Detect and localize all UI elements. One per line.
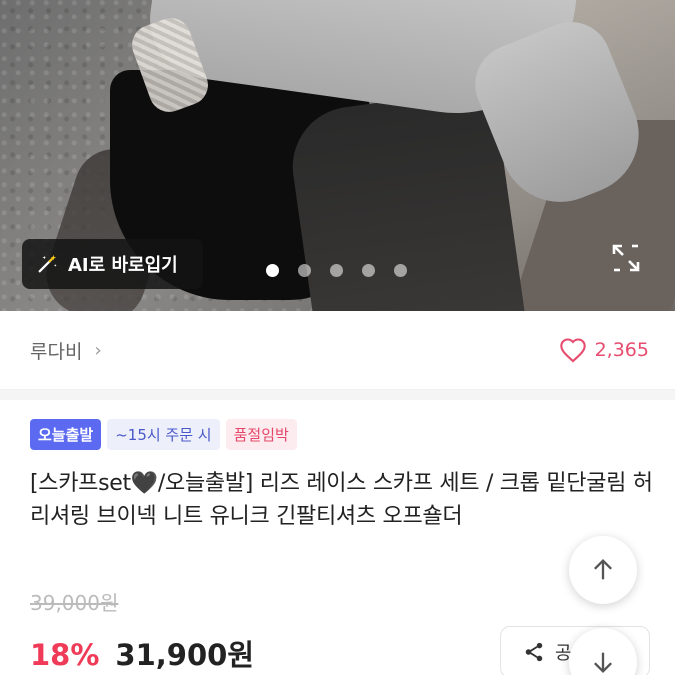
expand-icon[interactable] <box>610 242 642 274</box>
carousel-dot[interactable] <box>362 264 375 277</box>
seller-link[interactable]: 루다비 › <box>30 337 102 364</box>
today-shipping-badge: 오늘출발 <box>30 419 102 450</box>
carousel-dot[interactable] <box>394 264 407 277</box>
badge-row: 오늘출발 ~15시 주문 시 품절임박 <box>30 419 297 450</box>
arrow-up-icon <box>594 559 612 580</box>
ai-try-on-button[interactable]: AI로 바로입기 <box>22 239 203 289</box>
seller-row: 루다비 › 2,365 <box>0 311 675 390</box>
carousel-indicator <box>266 264 407 277</box>
share-icon <box>525 642 543 662</box>
magic-wand-icon <box>38 254 57 273</box>
discount-rate: 18% <box>30 638 100 672</box>
price-row: 18% 31,900원 <box>30 632 254 674</box>
scroll-up-button[interactable] <box>569 536 637 604</box>
soldout-soon-badge: 품절임박 <box>225 419 297 450</box>
sale-price: 31,900원 <box>115 638 255 672</box>
like-button[interactable]: 2,365 <box>559 337 649 363</box>
chevron-right-icon: › <box>94 339 102 361</box>
like-count: 2,365 <box>594 339 649 361</box>
heart-icon <box>559 338 586 363</box>
seller-name: 루다비 <box>30 340 83 363</box>
product-title: [스카프set🖤/오늘출발] 리즈 레이스 스카프 세트 / 크롭 밑단굴림 허… <box>30 471 653 529</box>
arrow-down-icon <box>594 652 612 673</box>
carousel-dot[interactable] <box>298 264 311 277</box>
carousel-dot[interactable] <box>266 264 279 277</box>
section-divider <box>0 390 675 400</box>
carousel-dot[interactable] <box>330 264 343 277</box>
ai-try-on-label: AI로 바로입기 <box>68 255 178 276</box>
original-price: 39,000원 <box>30 591 119 615</box>
product-image[interactable]: AI로 바로입기 <box>0 0 675 311</box>
order-time-badge: ~15시 주문 시 <box>107 419 220 450</box>
